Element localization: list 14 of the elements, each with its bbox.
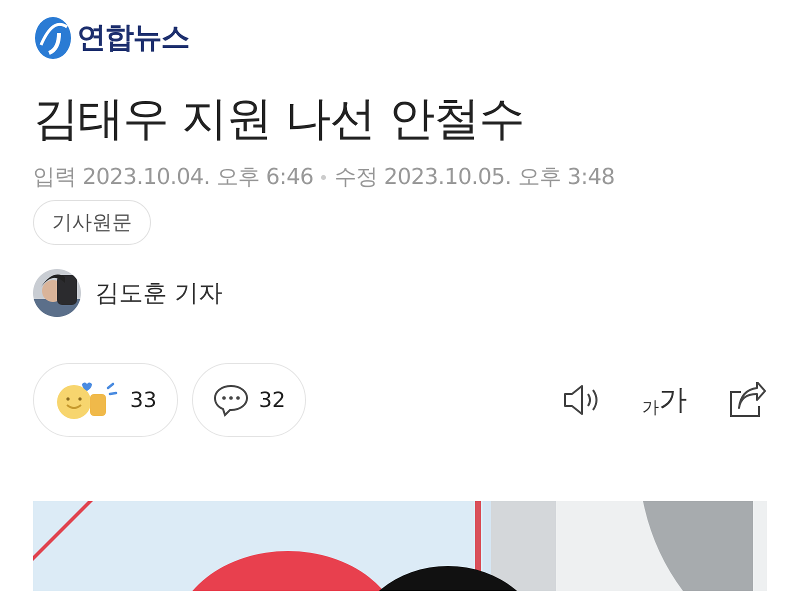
reporter-name: 김도훈 기자 (95, 278, 223, 309)
original-article-link[interactable]: 기사원문 (33, 200, 151, 245)
share-button[interactable] (727, 382, 767, 418)
share-icon (727, 382, 767, 418)
separator-dot (321, 174, 326, 180)
reaction-button[interactable]: 33 (33, 363, 178, 437)
timestamp: 입력 2023.10.04. 오후 6:46 (33, 164, 314, 192)
smiley-thumbs-up-icon (54, 380, 120, 420)
logo-icon (33, 15, 73, 61)
headline: 김태우 지원 나선 안철수 (33, 90, 525, 147)
comment-button[interactable]: 32 (192, 363, 306, 437)
timestamp: 수정 2023.10.05. 오후 3:48 (334, 164, 615, 192)
brand-name: 연합뉴스 (77, 19, 189, 56)
speech-bubble-icon (212, 383, 249, 417)
